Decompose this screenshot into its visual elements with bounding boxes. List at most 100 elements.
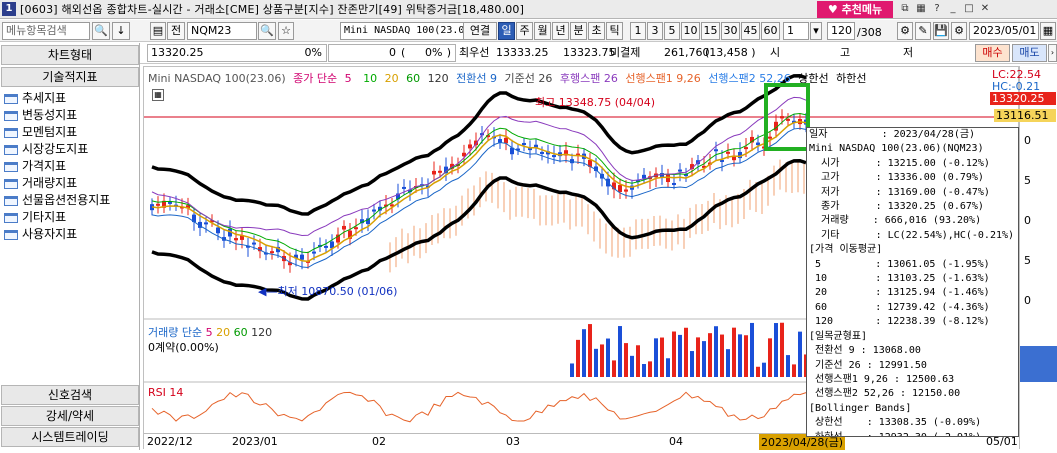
indicator-folder-4[interactable]: 가격지표 bbox=[4, 158, 110, 175]
info-line: 하한선 : 12932.30 (-2.91%) bbox=[809, 431, 1016, 436]
folder-icon bbox=[4, 110, 18, 121]
calendar-icon[interactable]: ▦ bbox=[1040, 22, 1056, 40]
info-line: 거래량 : 666,016 (93.20%) bbox=[809, 215, 982, 227]
period-6-button[interactable]: 초 bbox=[588, 22, 605, 40]
gear-icon[interactable]: ⚙ bbox=[951, 22, 967, 40]
period-0-button[interactable]: 연결 bbox=[463, 22, 497, 40]
volume-legend-label: 거래량 단순 bbox=[148, 326, 203, 339]
lock-icon[interactable]: ▤ bbox=[150, 22, 166, 40]
info-line: 일자 : 2023/04/28(금) bbox=[809, 129, 976, 140]
indicator-folder-label: 변동성지표 bbox=[22, 108, 78, 122]
save-icon[interactable]: 💾 bbox=[933, 22, 949, 40]
legend-ma5: 5 bbox=[344, 72, 352, 85]
vol-ma120: 120 bbox=[251, 326, 273, 339]
code-label[interactable]: 전 bbox=[167, 22, 185, 40]
info-line: 5 : 13061.05 (-1.95%) bbox=[809, 258, 990, 270]
folder-icon bbox=[4, 93, 18, 104]
rsi-legend: RSI 14 bbox=[148, 386, 184, 399]
period-7-button[interactable]: 틱 bbox=[606, 22, 623, 40]
favorite-icon[interactable]: ☆ bbox=[278, 22, 294, 40]
period-5-button[interactable]: 분 bbox=[570, 22, 587, 40]
indicator-list: 추세지표 변동성지표모멘텀지표 시장강도지표 가격지표 거래량지표 선물옵션전용지표 기타지… bbox=[4, 90, 110, 243]
indicator-folder-3[interactable]: 시장강도지표 bbox=[4, 141, 110, 158]
vol-ma5: 5 bbox=[205, 326, 213, 339]
high-col-label: 고 bbox=[840, 46, 851, 59]
x-tick-2022-12: 2022/12 bbox=[147, 435, 193, 448]
maximize-icon[interactable]: □ bbox=[962, 1, 976, 17]
system-trading-header[interactable]: 시스템트레이딩 bbox=[1, 427, 139, 447]
help-icon[interactable]: ? bbox=[930, 1, 944, 17]
legend-name: Mini NASDAQ 100(23.06) bbox=[148, 72, 286, 85]
buy-button[interactable]: 매수 bbox=[975, 44, 1010, 62]
bull-bear-header[interactable]: 강세/약세 bbox=[1, 406, 139, 426]
minimize-icon[interactable]: _ bbox=[946, 1, 960, 17]
folder-icon bbox=[4, 127, 18, 138]
symbol-name-field: Mini NASDAQ 100(23.0 bbox=[340, 22, 464, 40]
interval-value-field[interactable]: 1 bbox=[783, 22, 809, 40]
signal-search-header[interactable]: 신호검색 bbox=[1, 385, 139, 405]
count-input[interactable]: 120 bbox=[827, 22, 855, 40]
x-tick-04: 04 bbox=[669, 435, 683, 448]
expand-icon[interactable]: › bbox=[1048, 44, 1057, 62]
close-icon[interactable]: ✕ bbox=[978, 1, 992, 17]
menu-search-input[interactable]: 메뉴항목검색 bbox=[2, 22, 90, 40]
indicator-folder-8[interactable]: 사용자지표 bbox=[4, 226, 110, 243]
restore-icon[interactable]: ⧉ bbox=[898, 1, 912, 17]
indicator-folder-6[interactable]: 선물옵션전용지표 bbox=[4, 192, 110, 209]
sell-button[interactable]: 매도 bbox=[1012, 44, 1047, 62]
indicator-folder-2[interactable]: 모멘텀지표 bbox=[4, 124, 110, 141]
settings-icon-a[interactable]: ⚙ bbox=[897, 22, 913, 40]
interval-10-button[interactable]: 10 bbox=[681, 22, 700, 40]
legend-ma10: 10 bbox=[363, 72, 378, 85]
interval-3-button[interactable]: 3 bbox=[647, 22, 663, 40]
vol-ma20: 20 bbox=[216, 326, 231, 339]
open-interest-label: 미결제 bbox=[610, 46, 641, 59]
interval-5-button[interactable]: 5 bbox=[664, 22, 680, 40]
indicator-folder-7[interactable]: 기타지표 bbox=[4, 209, 110, 226]
recommended-menu-button[interactable]: ♥ 추천메뉴 bbox=[817, 1, 893, 18]
legend-lagging: 후행스팬 26 bbox=[559, 72, 618, 85]
total-count: /308 bbox=[857, 26, 882, 39]
period-1-button[interactable]: 일 bbox=[498, 22, 515, 40]
volume-sub-label: 0계약(0.00%) bbox=[148, 341, 219, 354]
info-line: 저가 : 13169.00 (-0.47%) bbox=[809, 186, 990, 198]
current-price: 13320.25 0% bbox=[147, 44, 327, 62]
best-ask-label: 최우선 bbox=[459, 46, 490, 59]
down-arrow-icon[interactable]: ↓ bbox=[112, 22, 130, 40]
interval-45-button[interactable]: 45 bbox=[741, 22, 760, 40]
price-axis: LC:22.54 HC:-0.21 13320.25 13116.51 0 5 … bbox=[990, 66, 1057, 449]
period-3-button[interactable]: 월 bbox=[534, 22, 551, 40]
interval-60-button[interactable]: 60 bbox=[761, 22, 780, 40]
interval-15-button[interactable]: 15 bbox=[701, 22, 720, 40]
info-line: 120 : 12238.39 (-8.12%) bbox=[809, 316, 990, 328]
axis-tick-3: 0 bbox=[1024, 214, 1031, 227]
chart-icon[interactable]: ▦ bbox=[914, 1, 928, 17]
search-icon[interactable]: 🔍 bbox=[92, 22, 110, 40]
symbol-search-icon[interactable]: 🔍 bbox=[258, 22, 276, 40]
technical-indicator-header[interactable]: 기술적지표 bbox=[1, 67, 139, 87]
folder-icon bbox=[4, 212, 18, 223]
draw-tool-icon[interactable]: ✎ bbox=[915, 22, 931, 40]
interval-30-button[interactable]: 30 bbox=[721, 22, 740, 40]
indicator-folder-5[interactable]: 거래량지표 bbox=[4, 175, 110, 192]
period-4-button[interactable]: 년 bbox=[552, 22, 569, 40]
window-number: 1 bbox=[2, 2, 16, 16]
chart-type-header[interactable]: 차트형태 bbox=[1, 45, 139, 65]
grid-toggle-icon[interactable]: ▦ bbox=[152, 89, 164, 101]
symbol-code-input[interactable]: NQM23 bbox=[187, 22, 257, 40]
volume-pct: 0% bbox=[425, 46, 443, 59]
interval-dropdown-icon[interactable]: ▾ bbox=[810, 22, 822, 40]
toolbar: 메뉴항목검색 🔍 ↓ ▤ 전 NQM23 🔍 ☆ Mini NASDAQ 100… bbox=[0, 20, 1057, 42]
axis-tick-5: 0 bbox=[1024, 294, 1031, 307]
info-line: 60 : 12739.42 (-4.36%) bbox=[809, 301, 990, 313]
x-tick-2023-01: 2023/01 bbox=[232, 435, 278, 448]
legend-leading1: 선행스팬1 9,26 bbox=[625, 72, 701, 85]
interval-1-button[interactable]: 1 bbox=[630, 22, 646, 40]
info-line: 전환선 9 : 13068.00 bbox=[809, 345, 921, 357]
period-2-button[interactable]: 주 bbox=[516, 22, 533, 40]
indicator-folder-0[interactable]: 추세지표 bbox=[4, 90, 110, 107]
info-line: [Bollinger Bands] bbox=[809, 402, 912, 414]
date-input[interactable]: 2023/05/01 bbox=[969, 22, 1039, 40]
indicator-folder-1[interactable]: 변동성지표 bbox=[4, 107, 110, 124]
info-line: 10 : 13103.25 (-1.63%) bbox=[809, 273, 990, 285]
